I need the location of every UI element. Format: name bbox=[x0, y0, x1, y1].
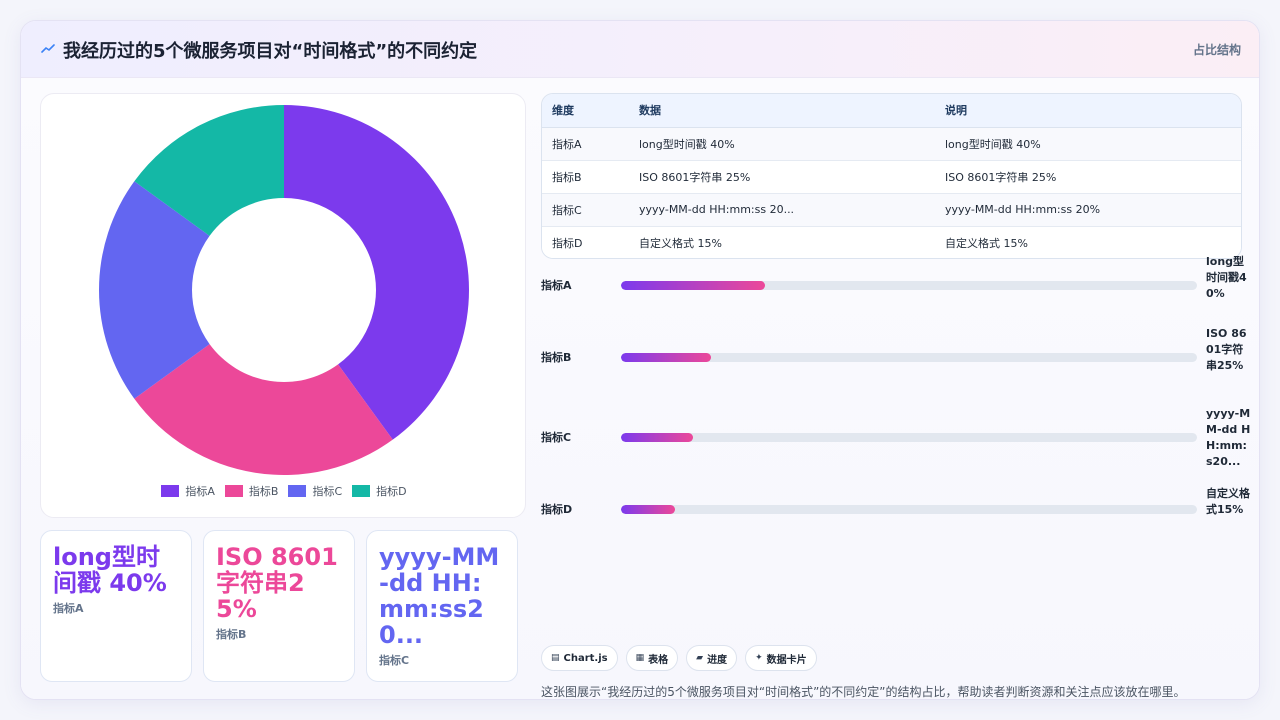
table-cell: 指标A bbox=[542, 127, 629, 161]
dashboard-card: 我经历过的5个微服务项目对“时间格式”的不同约定 占比结构 指标A 指标B 指标C 指… bbox=[20, 20, 1260, 700]
chip-label: Chart.js bbox=[563, 652, 608, 664]
progress-chip[interactable]: ▰ 进度 bbox=[686, 645, 738, 671]
chip-label: 表格 bbox=[648, 654, 669, 666]
progress-track bbox=[621, 281, 1197, 290]
stat-value: ISO 8601字符串25% bbox=[216, 543, 338, 623]
legend-label: 指标A bbox=[185, 485, 215, 498]
data-table: 维度 数据 说明 指标A long型时间戳 40% long型时间戳 40% 指… bbox=[541, 93, 1242, 259]
legend-item[interactable]: 指标A bbox=[161, 483, 215, 499]
legend-swatch bbox=[224, 485, 243, 497]
table-chip[interactable]: ▦ 表格 bbox=[625, 645, 679, 671]
chart-type-label: 占比结构 bbox=[1192, 43, 1241, 57]
stat-card: yyyy-MM-dd HH:mm:ss20... 指标C bbox=[366, 530, 518, 682]
legend-swatch bbox=[288, 485, 307, 497]
progress-track bbox=[621, 433, 1197, 442]
stat-card: long型时间戳 40% 指标A bbox=[40, 530, 192, 682]
chip-icon: ▤ bbox=[551, 653, 560, 663]
progress-value: ISO 8601字符串25% bbox=[1206, 327, 1247, 372]
table-cell: long型时间戳 40% bbox=[935, 127, 1241, 161]
progress-fill bbox=[621, 505, 676, 514]
table-cell: 指标C bbox=[542, 193, 629, 227]
chart-js-chip[interactable]: ▤ Chart.js bbox=[541, 645, 618, 671]
table-cell: yyyy-MM-dd HH:mm:ss 20... bbox=[629, 193, 935, 227]
stat-label: 指标B bbox=[216, 628, 247, 641]
page-title: 我经历过的5个微服务项目对“时间格式”的不同约定 bbox=[63, 41, 478, 62]
column-header-dimension: 维度 bbox=[542, 94, 629, 128]
table-cell: 指标D bbox=[542, 226, 629, 258]
table-row: 指标A long型时间戳 40% long型时间戳 40% bbox=[542, 127, 1241, 161]
legend-swatch bbox=[161, 485, 180, 497]
donut-chart-panel: 指标A 指标B 指标C 指标D bbox=[40, 93, 526, 518]
tag-chips: ▤ Chart.js ▦ 表格 ▰ 进度 ✦ 数据卡片 bbox=[541, 645, 817, 671]
legend-item[interactable]: 指标D bbox=[352, 483, 407, 499]
progress-track bbox=[621, 353, 1197, 362]
table-row: 指标C yyyy-MM-dd HH:mm:ss 20... yyyy-MM-dd… bbox=[542, 193, 1241, 227]
chip-label: 进度 bbox=[707, 654, 728, 666]
table-cell: yyyy-MM-dd HH:mm:ss 20% bbox=[935, 193, 1241, 227]
donut-chart bbox=[99, 105, 469, 476]
legend-label: 指标C bbox=[312, 485, 343, 498]
progress-label: 指标D bbox=[541, 503, 573, 516]
data-card-chip[interactable]: ✦ 数据卡片 bbox=[745, 645, 817, 671]
progress-fill bbox=[621, 281, 765, 290]
sparkline-icon bbox=[41, 44, 55, 53]
chart-caption: 这张图展示“我经历过的5个微服务项目对“时间格式”的不同约定”的结构占比，帮助读… bbox=[541, 685, 1186, 699]
table-cell: 指标B bbox=[542, 160, 629, 194]
progress-value: yyyy-MM-dd HH:mm:s20... bbox=[1206, 407, 1251, 468]
legend-label: 指标D bbox=[376, 485, 407, 498]
progress-value: 自定义格式15% bbox=[1206, 487, 1250, 516]
table-cell: long型时间戳 40% bbox=[629, 127, 935, 161]
legend-swatch bbox=[352, 485, 371, 497]
stat-label: 指标A bbox=[53, 602, 84, 615]
progress-label: 指标A bbox=[541, 279, 572, 292]
progress-value: long型时间戳40% bbox=[1206, 255, 1247, 300]
table-cell: ISO 8601字符串 25% bbox=[629, 160, 935, 194]
table-row: 指标D 自定义格式 15% 自定义格式 15% bbox=[542, 226, 1241, 258]
table-row: 指标B ISO 8601字符串 25% ISO 8601字符串 25% bbox=[542, 160, 1241, 194]
stat-value: yyyy-MM-dd HH:mm:ss20... bbox=[379, 543, 500, 649]
chip-icon: ▰ bbox=[696, 653, 704, 663]
legend-item[interactable]: 指标C bbox=[288, 483, 342, 499]
table-cell: 自定义格式 15% bbox=[935, 226, 1241, 258]
stat-label: 指标C bbox=[379, 654, 410, 667]
progress-fill bbox=[621, 353, 711, 362]
card-header: 我经历过的5个微服务项目对“时间格式”的不同约定 占比结构 bbox=[21, 21, 1259, 78]
progress-track bbox=[621, 505, 1197, 514]
chip-label: 数据卡片 bbox=[766, 654, 807, 666]
table-cell: 自定义格式 15% bbox=[629, 226, 935, 258]
progress-label: 指标B bbox=[541, 351, 572, 364]
chart-legend: 指标A 指标B 指标C 指标D bbox=[41, 483, 527, 499]
legend-item[interactable]: 指标B bbox=[224, 483, 279, 499]
legend-label: 指标B bbox=[248, 485, 279, 498]
progress-label: 指标C bbox=[541, 431, 572, 444]
stat-value: long型时间戳 40% bbox=[53, 543, 167, 597]
table-header-row: 维度 数据 说明 bbox=[542, 94, 1241, 128]
stat-card: ISO 8601字符串25% 指标B bbox=[203, 530, 355, 682]
content-area: 指标A 指标B 指标C 指标D long型时间戳 40% 指标A ISO 8601字符串2… bbox=[21, 78, 1259, 699]
chip-icon: ✦ bbox=[755, 653, 763, 663]
table-cell: ISO 8601字符串 25% bbox=[935, 160, 1241, 194]
column-header-data: 数据 bbox=[629, 94, 935, 128]
progress-fill bbox=[621, 433, 693, 442]
chip-icon: ▦ bbox=[635, 653, 645, 663]
column-header-description: 说明 bbox=[935, 94, 1241, 128]
